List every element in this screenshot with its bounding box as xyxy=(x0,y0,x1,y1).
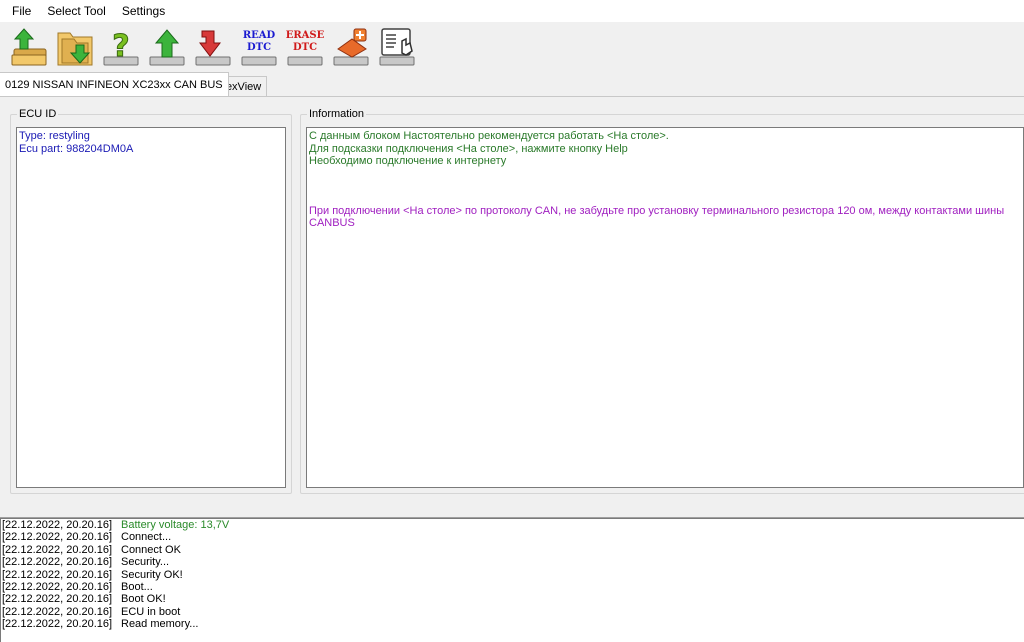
information-textbox[interactable]: С данным блоком Настоятельно рекомендует… xyxy=(306,127,1024,488)
write-button[interactable] xyxy=(146,25,188,69)
open-folder-upload-icon xyxy=(11,28,47,66)
info-line-3: Необходимо подключение к интернету xyxy=(309,155,507,167)
menu-bar: File Select Tool Settings xyxy=(0,0,1024,22)
info-line-4: При подключении <На столе> по протоколу … xyxy=(309,204,1005,230)
log-time: [22.12.2022, 20.20.16] xyxy=(2,618,113,631)
erase-dtc-button[interactable]: ERASE DTC xyxy=(284,25,326,69)
information-group: Information С данным блоком Настоятельно… xyxy=(300,107,1024,494)
log-message: Connect... xyxy=(121,531,172,544)
log-row: [22.12.2022, 20.20.16] ECU in boot xyxy=(1,606,1024,618)
ecu-id-title: ECU ID xyxy=(17,107,59,121)
log-time: [22.12.2022, 20.20.16] xyxy=(2,605,113,618)
ecu-type: Type: restyling xyxy=(19,130,90,142)
svg-text:DTC: DTC xyxy=(247,42,271,53)
log-row: [22.12.2022, 20.20.16] Boot... xyxy=(1,581,1024,593)
read-dtc-button[interactable]: READ DTC xyxy=(238,25,280,69)
log-row: [22.12.2022, 20.20.16] Boot OK! xyxy=(1,593,1024,605)
menu-select-tool[interactable]: Select Tool xyxy=(39,0,113,22)
log-time: [22.12.2022, 20.20.16] xyxy=(2,556,113,569)
log-row: [22.12.2022, 20.20.16] Security... xyxy=(1,556,1024,568)
upload-green-arrow-icon xyxy=(149,29,185,66)
add-chip-button[interactable] xyxy=(330,25,372,69)
svg-text:READ: READ xyxy=(243,30,276,41)
svg-text:DTC: DTC xyxy=(293,42,317,53)
log-message: Boot OK! xyxy=(121,593,166,606)
log-message: ECU in boot xyxy=(121,605,181,618)
folder-green-arrow-icon xyxy=(57,32,93,66)
log-time: [22.12.2022, 20.20.16] xyxy=(2,593,113,606)
tab-strip: 0129 NISSAN INFINEON XC23xx CAN BUS HexV… xyxy=(0,72,1024,96)
svg-text:ERASE: ERASE xyxy=(286,30,325,41)
read-button[interactable] xyxy=(192,25,234,69)
open-file-button[interactable] xyxy=(8,25,50,69)
help-question-icon: ? xyxy=(103,29,139,66)
manual-book-icon xyxy=(379,28,415,66)
folder-button[interactable] xyxy=(54,25,96,69)
read-dtc-icon: READ DTC xyxy=(241,30,277,66)
log-panel[interactable]: [22.12.2022, 20.20.16] Battery voltage: … xyxy=(0,518,1024,642)
svg-text:?: ? xyxy=(112,29,129,64)
log-row: [22.12.2022, 20.20.16] Connect... xyxy=(1,531,1024,543)
log-time: [22.12.2022, 20.20.16] xyxy=(2,568,113,581)
info-line-2: Для подсказки подключения <На столе>, на… xyxy=(309,142,628,155)
add-chip-icon xyxy=(333,28,369,66)
log-message: Security OK! xyxy=(121,568,183,581)
menu-file[interactable]: File xyxy=(4,0,39,22)
log-message: Battery voltage: 13,7V xyxy=(121,519,230,531)
log-message: Connect OK xyxy=(121,543,181,556)
log-message: Security... xyxy=(121,556,170,569)
log-time: [22.12.2022, 20.20.16] xyxy=(2,531,113,544)
log-time: [22.12.2022, 20.20.16] xyxy=(2,580,113,593)
log-message: Boot... xyxy=(121,580,153,593)
info-line-1: С данным блоком Настоятельно рекомендует… xyxy=(309,130,669,142)
log-time: [22.12.2022, 20.20.16] xyxy=(2,519,113,531)
toolbar: ? READ DTC ERASE DTC xyxy=(0,22,1024,72)
log-row: [22.12.2022, 20.20.16] Battery voltage: … xyxy=(1,519,1024,531)
log-message: Read memory... xyxy=(121,618,199,631)
ecu-part: Ecu part: 988204DM0A xyxy=(19,142,134,155)
log-row: [22.12.2022, 20.20.16] Connect OK xyxy=(1,544,1024,556)
ecu-id-group: ECU ID Type: restyling Ecu part: 988204D… xyxy=(10,107,292,494)
manual-button[interactable] xyxy=(376,25,418,69)
log-row: [22.12.2022, 20.20.16] Read memory... xyxy=(1,618,1024,630)
tab-content: ECU ID Type: restyling Ecu part: 988204D… xyxy=(0,96,1024,512)
erase-dtc-icon: ERASE DTC xyxy=(286,30,325,66)
download-red-arrow-icon xyxy=(195,30,231,66)
log-row: [22.12.2022, 20.20.16] Security OK! xyxy=(1,569,1024,581)
help-button[interactable]: ? xyxy=(100,25,142,69)
information-title: Information xyxy=(307,107,367,121)
ecu-id-textbox[interactable]: Type: restyling Ecu part: 988204DM0A xyxy=(16,127,286,488)
log-time: [22.12.2022, 20.20.16] xyxy=(2,543,113,556)
tab-nissan-infineon[interactable]: 0129 NISSAN INFINEON XC23xx CAN BUS xyxy=(0,72,229,96)
menu-settings[interactable]: Settings xyxy=(114,0,173,22)
